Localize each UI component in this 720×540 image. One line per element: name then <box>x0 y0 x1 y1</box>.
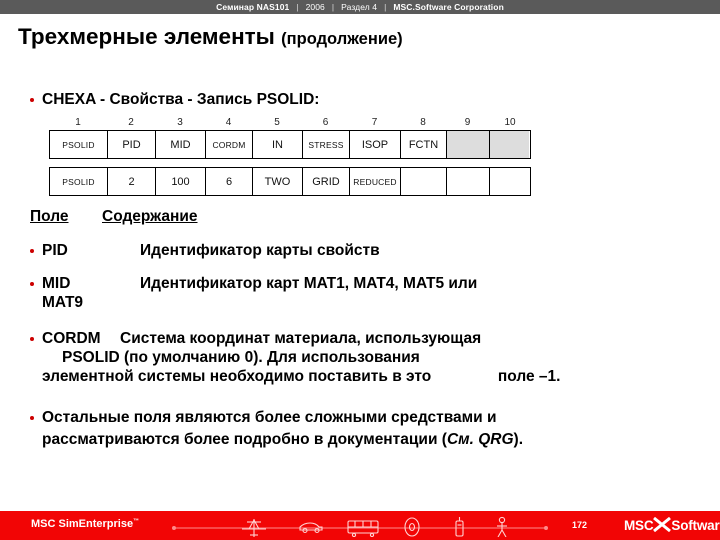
field-desc-cordm: Система координат материала, использующа… <box>120 330 482 347</box>
card-header-cell-8: FCTN <box>401 131 447 158</box>
bullet-cordm: CORDM Система координат материала, исполь… <box>0 329 720 348</box>
card-header-cell-6: STRESS <box>303 131 350 158</box>
card-header-cell-3: MID <box>156 131 206 158</box>
card-value-cell-2: 2 <box>108 168 156 195</box>
field-desc-mid-line2-wrap: MAT9 <box>0 293 720 312</box>
card-value-cell-1: PSOLID <box>50 168 108 195</box>
slide-header-bar: Семинар NAS101 | 2006 | Раздел 4 | MSC.S… <box>0 0 720 14</box>
card-colnum-9: 9 <box>464 117 471 128</box>
field-desc-mid-line2: MAT9 <box>42 294 84 311</box>
bullet-remaining-fields: Остальные поля являются более сложными с… <box>0 408 720 427</box>
page-title-suffix: (продолжение) <box>281 30 403 48</box>
last-bullet-line1: Остальные поля являются более сложными с… <box>42 409 497 426</box>
field-term-mid: MID <box>42 275 71 292</box>
bullet-pid: PID Идентификатор карты свойств <box>0 241 720 260</box>
card-header-cell-9 <box>447 131 490 158</box>
card-value-cell-5: TWO <box>253 168 303 195</box>
field-term-pid: PID <box>42 242 68 259</box>
bullet-dot-icon <box>30 282 34 286</box>
bullet-chexa: CHEXA - Свойства - Запись PSOLID: <box>0 90 720 109</box>
field-desc-cordm-line2-wrap: PSOLID (по умолчанию 0). Для использован… <box>0 348 720 367</box>
footer-transport-icons <box>170 515 550 537</box>
footer-divider <box>0 509 720 511</box>
page-title: Трехмерные элементы (продолжение) <box>18 24 708 50</box>
field-desc-mid: Идентификатор карт MAT1, MAT4, MAT5 или <box>140 275 478 292</box>
footer-brand: MSC SimEnterprise™ <box>31 518 139 530</box>
msc-software-logo: MSCSoftware® <box>624 516 720 533</box>
card-value-cell-9 <box>447 168 490 195</box>
last-bullet-line3: ). <box>513 431 523 448</box>
header-separator-1: | <box>296 2 299 12</box>
card-header-cell-5: IN <box>253 131 303 158</box>
field-heading-label: Поле <box>30 208 69 225</box>
field-contents-heading: Поле Содержание <box>30 208 198 226</box>
card-value-cell-4: 6 <box>206 168 253 195</box>
card-value-cell-10 <box>490 168 529 195</box>
field-term-cordm: CORDM <box>42 330 101 347</box>
page-number: 172 <box>572 520 588 530</box>
logo-text-msc: MSC <box>624 518 654 533</box>
psolid-card-diagram: 1 2 3 4 5 6 7 8 9 10 PSOLID PID MID CORD… <box>49 115 531 196</box>
card-colnum-3: 3 <box>177 117 183 128</box>
card-header-cell-4: CORDM <box>206 131 253 158</box>
card-header-cell-10 <box>490 131 529 158</box>
last-bullet-line2-wrap: рассматриваются более подробно в докумен… <box>0 430 720 449</box>
card-value-cell-6: GRID <box>303 168 350 195</box>
header-seminar: Семинар NAS101 <box>216 2 290 12</box>
card-colnum-10: 10 <box>504 117 516 128</box>
card-colnum-6: 6 <box>322 117 329 128</box>
header-section: Раздел 4 <box>341 2 378 12</box>
contents-heading-label: Содержание <box>102 208 198 225</box>
header-separator-2: | <box>331 2 335 12</box>
logo-x-icon <box>653 516 672 533</box>
field-desc-pid: Идентификатор карты свойств <box>140 242 380 259</box>
bullet-dot-icon <box>30 416 34 420</box>
card-header-cell-1: PSOLID <box>50 131 108 158</box>
card-header-cell-7: ISOP <box>350 131 401 158</box>
card-column-numbers: 1 2 3 4 5 6 7 8 9 10 <box>49 115 531 130</box>
page-title-main: Трехмерные элементы <box>18 24 275 49</box>
footer-brand-tm: ™ <box>133 518 140 525</box>
last-bullet-line2: рассматриваются более подробно в докумен… <box>42 431 447 448</box>
field-desc-cordm-line2: PSOLID (по умолчанию 0). Для использован… <box>62 349 420 366</box>
field-desc-cordm-line3-wrap: элементной системы необходимо поставить … <box>0 367 720 386</box>
card-colnum-4: 4 <box>225 117 232 128</box>
card-value-cell-3: 100 <box>156 168 206 195</box>
header-company: MSC.Software Corporation <box>393 2 504 12</box>
header-separator-3: | <box>384 2 387 12</box>
bullet-chexa-label: CHEXA - Свойства - Запись PSOLID: <box>42 91 320 108</box>
card-header-cell-2: PID <box>108 131 156 158</box>
bullet-dot-icon <box>30 337 34 341</box>
bullet-dot-icon <box>30 249 34 253</box>
field-desc-cordm-line4: поле –1. <box>497 368 561 385</box>
last-bullet-reference: См. QRG <box>446 431 514 448</box>
card-colnum-1: 1 <box>75 117 81 128</box>
bullet-mid: MID Идентификатор карт MAT1, MAT4, MAT5 и… <box>0 274 720 293</box>
card-value-row: PSOLID 2 100 6 TWO GRID REDUCED <box>49 167 531 196</box>
bullet-dot-icon <box>30 98 34 102</box>
card-colnum-2: 2 <box>128 117 134 128</box>
card-header-row: PSOLID PID MID CORDM IN STRESS ISOP FCTN <box>49 130 531 159</box>
card-colnum-8: 8 <box>420 117 426 128</box>
slide-footer: MSC SimEnterprise™ 172 MSC Softwar <box>0 509 720 540</box>
card-value-cell-7: REDUCED <box>350 168 401 195</box>
card-value-cell-8 <box>401 168 447 195</box>
card-colnum-5: 5 <box>274 117 280 128</box>
logo-text-software: Software <box>671 518 720 533</box>
card-colnum-7: 7 <box>371 117 378 128</box>
field-desc-cordm-line3: элементной системы необходимо поставить … <box>42 368 432 385</box>
footer-brand-label: MSC SimEnterprise <box>31 518 134 530</box>
header-year: 2006 <box>305 2 325 12</box>
